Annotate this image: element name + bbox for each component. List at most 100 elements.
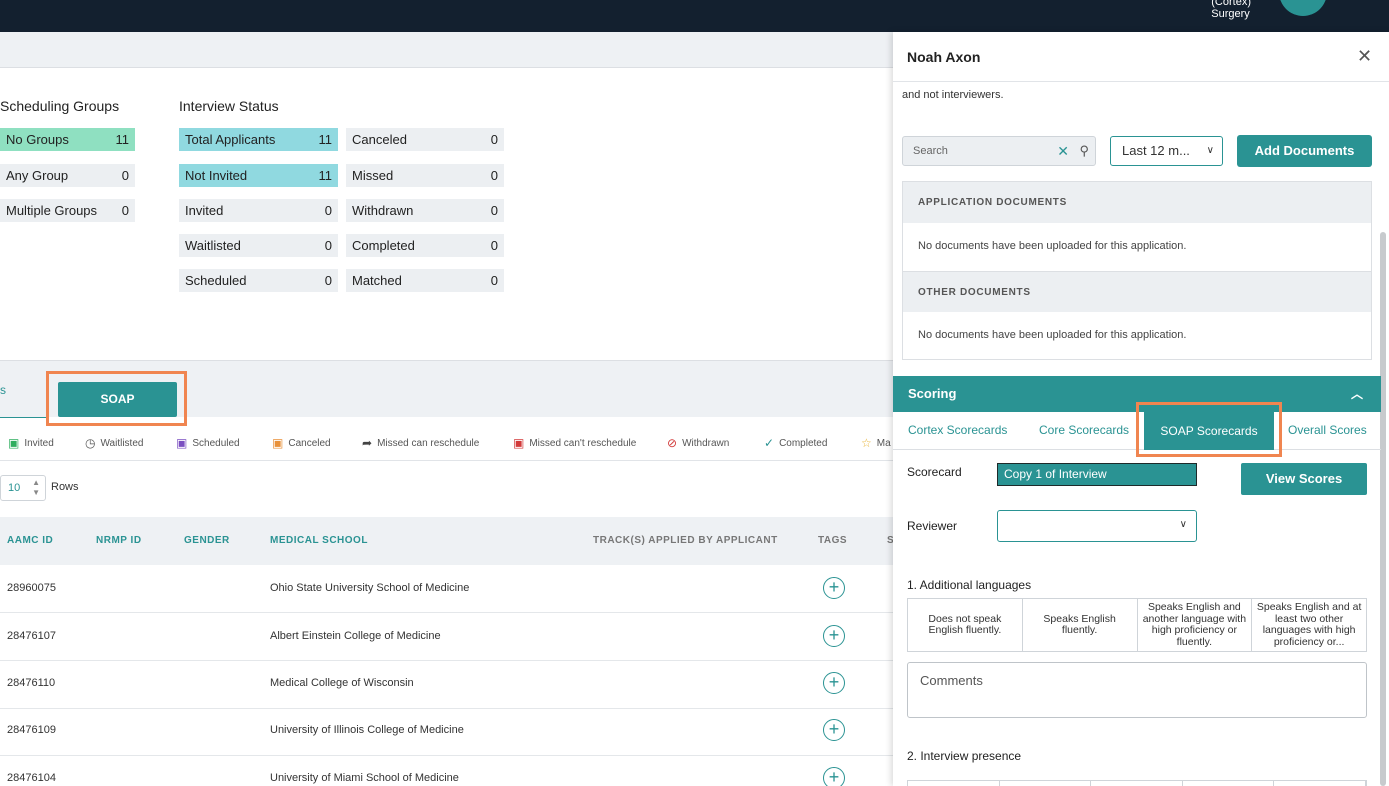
legend-label: Missed can't reschedule — [529, 437, 637, 449]
cell-medical-school: Albert Einstein College of Medicine — [270, 630, 441, 642]
stat-count: 0 — [324, 273, 332, 288]
org-name: (Cortex) Surgery — [1211, 0, 1251, 20]
stat-matched[interactable]: Matched 0 — [346, 269, 504, 292]
reviewer-select[interactable]: ∨ — [997, 510, 1197, 542]
cell-medical-school: University of Miami School of Medicine — [270, 772, 459, 784]
cell-medical-school: University of Illinois College of Medici… — [270, 724, 464, 736]
cell-aamc-id: 28476109 — [7, 724, 56, 736]
prohibited-icon: ⊘ — [667, 436, 678, 450]
col-aamc-id[interactable]: AAMC ID — [7, 535, 53, 546]
stat-completed[interactable]: Completed 0 — [346, 234, 504, 257]
org-line-2: Surgery — [1211, 8, 1250, 20]
period-select[interactable]: Last 12 m... ∨ — [1110, 136, 1223, 166]
stat-label: Any Group — [6, 168, 69, 183]
add-tag-icon[interactable]: + — [823, 767, 845, 786]
stat-count: 0 — [490, 238, 498, 253]
search-icon[interactable]: ⚲ — [1079, 137, 1089, 165]
stat-multiple-groups[interactable]: Multiple Groups 0 — [0, 199, 135, 222]
scorecard-select[interactable]: Copy 1 of Interview — [997, 463, 1197, 486]
col-nrmp-id[interactable]: NRMP ID — [96, 535, 142, 546]
close-icon[interactable]: ✕ — [1357, 46, 1372, 67]
stat-total-applicants[interactable]: Total Applicants 11 — [179, 128, 338, 151]
rows-per-page-input[interactable]: 10 ▲ ▼ — [0, 475, 46, 501]
question-1-options: Does not speak English fluently. Speaks … — [907, 598, 1367, 652]
stat-any-group[interactable]: Any Group 0 — [0, 164, 135, 187]
stat-count: 0 — [324, 238, 332, 253]
panel-scrollbar[interactable] — [1380, 232, 1386, 786]
col-medical-school[interactable]: MEDICAL SCHOOL — [270, 535, 368, 546]
cell-aamc-id: 28960075 — [7, 582, 56, 594]
applicant-side-panel: Noah Axon ✕ and not interviewers. Search… — [893, 32, 1389, 786]
table-row[interactable]: 28476109 University of Illinois College … — [0, 708, 893, 756]
main-content: Scheduling Groups No Groups 11 Any Group 0… — [0, 32, 894, 786]
stepper-arrows-icon[interactable]: ▲ ▼ — [32, 478, 40, 498]
question-1-title: 1. Additional languages — [907, 578, 1032, 592]
legend-label: Invited — [24, 437, 54, 449]
add-documents-button[interactable]: Add Documents — [1237, 135, 1372, 167]
legend-matched: ☆ Ma — [861, 434, 891, 452]
option-button[interactable] — [1000, 781, 1092, 786]
scheduling-groups-title: Scheduling Groups — [0, 98, 120, 114]
chevron-up-icon[interactable]: ︿ — [1351, 376, 1363, 412]
table-row[interactable]: 28476107 Albert Einstein College of Medi… — [0, 613, 893, 661]
tab-core-scorecards[interactable]: Core Scorecards — [1039, 423, 1129, 437]
stat-waitlisted[interactable]: Waitlisted 0 — [179, 234, 338, 257]
stat-withdrawn[interactable]: Withdrawn 0 — [346, 199, 504, 222]
stat-count: 0 — [490, 203, 498, 218]
add-tag-icon[interactable]: + — [823, 625, 845, 647]
option-button[interactable] — [1274, 781, 1366, 786]
application-documents-header: APPLICATION DOCUMENTS — [903, 182, 1371, 223]
view-scores-button[interactable]: View Scores — [1241, 463, 1367, 495]
stat-not-invited[interactable]: Not Invited 11 — [179, 164, 338, 187]
option-button[interactable] — [908, 781, 1000, 786]
user-avatar[interactable] — [1279, 0, 1327, 16]
tab-overall-scores[interactable]: Overall Scores — [1288, 423, 1367, 437]
legend-label: Ma — [876, 437, 891, 449]
stat-invited[interactable]: Invited 0 — [179, 199, 338, 222]
stat-count: 11 — [318, 168, 333, 183]
stat-count: 0 — [121, 168, 129, 183]
checkmark-icon: ✓ — [764, 436, 775, 450]
cell-aamc-id: 28476104 — [7, 772, 56, 784]
stat-label: Withdrawn — [352, 203, 414, 218]
add-tag-icon[interactable]: + — [823, 719, 845, 741]
stat-count: 0 — [490, 168, 498, 183]
tab-cortex-scorecards[interactable]: Cortex Scorecards — [908, 423, 1007, 437]
tab-soap[interactable]: SOAP — [58, 382, 177, 417]
legend-withdrawn: ⊘ Withdrawn — [667, 434, 729, 452]
option-button[interactable]: Speaks English fluently. — [1023, 599, 1138, 651]
stat-label: Canceled — [352, 132, 407, 147]
option-button[interactable]: Does not speak English fluently. — [908, 599, 1023, 651]
add-tag-icon[interactable]: + — [823, 577, 845, 599]
stat-no-groups[interactable]: No Groups 11 — [0, 128, 135, 151]
table-row[interactable]: 28476110 Medical College of Wisconsin + — [0, 661, 893, 709]
calendar-x-icon: ▣ — [513, 436, 525, 450]
col-tags: TAGS — [818, 535, 848, 546]
add-tag-icon[interactable]: + — [823, 672, 845, 694]
stat-label: Multiple Groups — [6, 203, 98, 218]
stat-canceled[interactable]: Canceled 0 — [346, 128, 504, 151]
legend-label: Missed can reschedule — [377, 437, 480, 449]
option-button[interactable]: Speaks English and another language with… — [1138, 599, 1253, 651]
cell-aamc-id: 28476110 — [7, 677, 56, 689]
stat-scheduled[interactable]: Scheduled 0 — [179, 269, 338, 292]
table-row[interactable]: 28476104 University of Miami School of M… — [0, 756, 893, 786]
clock-icon: ◷ — [85, 436, 96, 450]
col-gender[interactable]: GENDER — [184, 535, 230, 546]
rows-value: 10 — [8, 482, 21, 494]
clear-icon[interactable]: ✕ — [1057, 137, 1069, 165]
table-row[interactable]: 28960075 Ohio State University School of… — [0, 565, 893, 613]
option-button[interactable]: Speaks English and at least two other la… — [1252, 599, 1366, 651]
tab-previous[interactable]: s — [0, 383, 6, 397]
calendar-icon: ▣ — [176, 436, 188, 450]
reviewer-label: Reviewer — [907, 519, 958, 533]
share-arrow-icon: ➦ — [362, 436, 373, 450]
legend-missed-cant-reschedule: ▣ Missed can't reschedule — [513, 434, 636, 452]
cell-aamc-id: 28476107 — [7, 630, 56, 642]
option-button[interactable] — [1091, 781, 1183, 786]
document-search-input[interactable]: Search ✕ ⚲ — [902, 136, 1096, 166]
comments-textarea[interactable]: Comments — [907, 662, 1367, 718]
stat-missed[interactable]: Missed 0 — [346, 164, 504, 187]
panel-title: Noah Axon — [907, 49, 981, 65]
option-button[interactable] — [1183, 781, 1275, 786]
